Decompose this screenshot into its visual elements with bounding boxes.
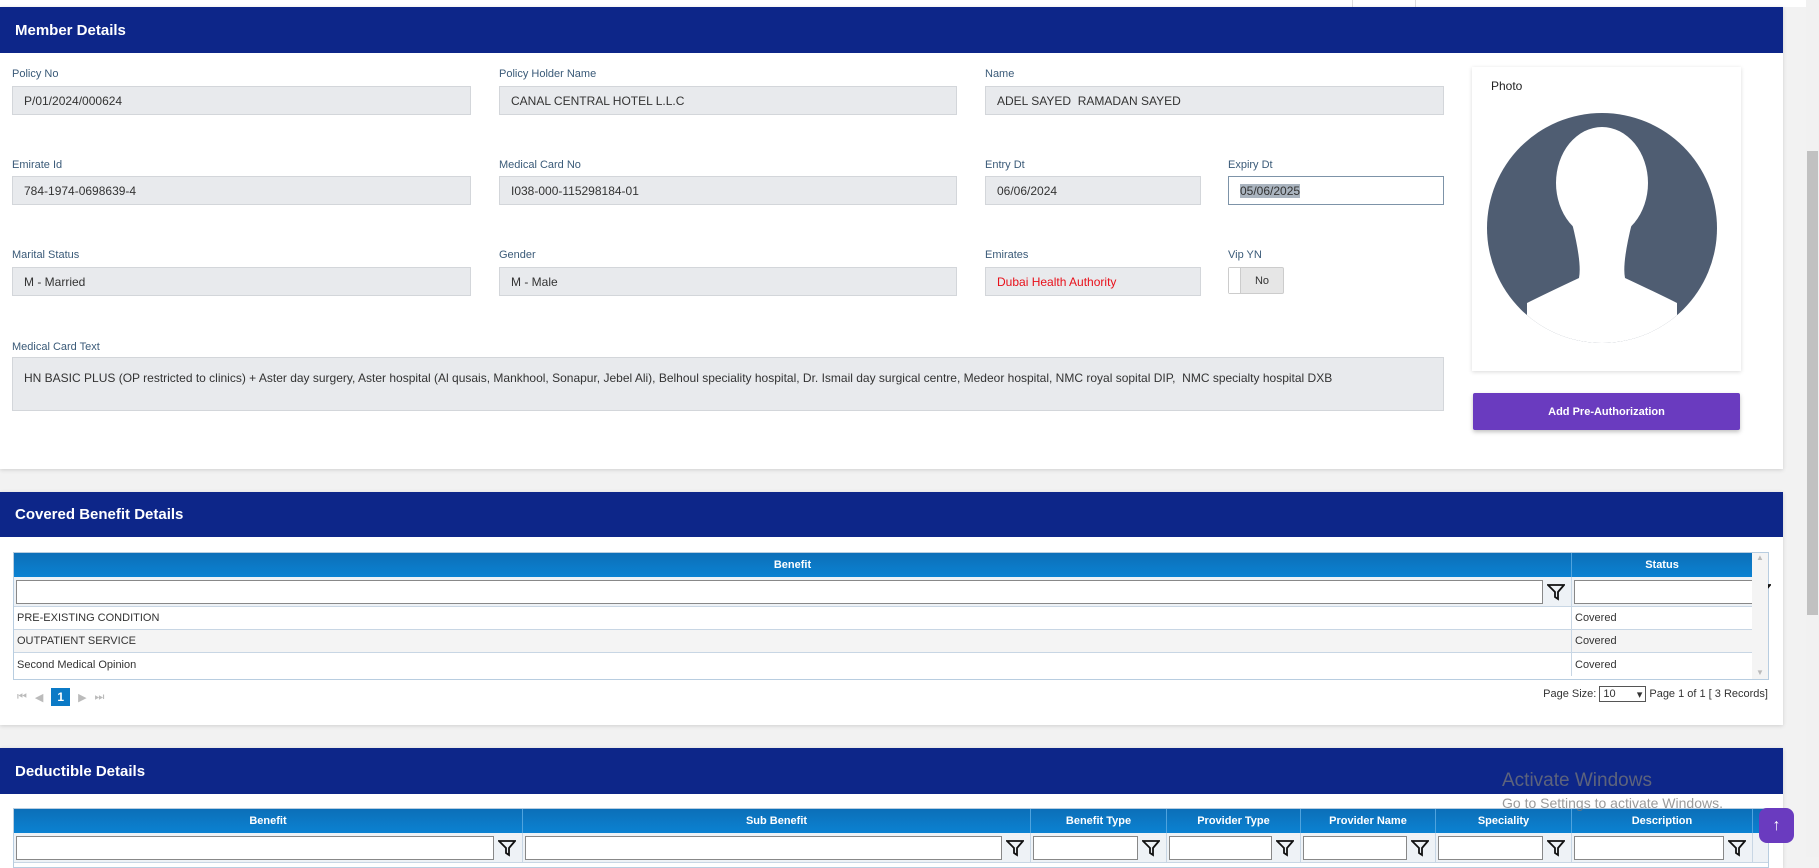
benefit-filter-input[interactable] — [16, 579, 1543, 604]
status-cell: Covered — [1572, 653, 1753, 676]
speciality-filter-input[interactable] — [1438, 835, 1543, 860]
divider — [1352, 0, 1353, 7]
top-strip — [0, 0, 1806, 7]
benefit-filter-input[interactable] — [16, 835, 494, 860]
pager: ⏮ ◀ 1 ▶ ⏭ — [17, 688, 104, 706]
benefit-type-filter-input[interactable] — [1033, 835, 1138, 860]
page-info: Page 1 of 1 [ 3 Records] — [1649, 688, 1768, 700]
vip-toggle[interactable]: No — [1228, 267, 1284, 294]
marital-status-field[interactable]: M - Married — [12, 267, 471, 296]
filter-icon[interactable] — [1407, 839, 1433, 857]
add-pre-authorization-button[interactable]: Add Pre-Authorization — [1473, 393, 1740, 430]
filter-icon[interactable] — [1543, 839, 1569, 857]
policy-no-label: Policy No — [12, 68, 59, 80]
sub-benefit-filter-input[interactable] — [525, 835, 1002, 860]
benefit-cell: OUTPATIENT SERVICE — [14, 630, 1572, 652]
page-number-button[interactable]: 1 — [51, 688, 71, 706]
prev-page-icon[interactable]: ◀ — [35, 691, 43, 704]
column-header-speciality[interactable]: Speciality — [1436, 809, 1572, 833]
vip-label: Vip YN — [1228, 249, 1262, 261]
description-filter-input[interactable] — [1574, 835, 1724, 860]
grid-header-row: Benefit Sub Benefit Benefit Type Provide… — [14, 809, 1768, 833]
activate-windows-title: Activate Windows — [1502, 770, 1652, 791]
benefit-cell: PRE-EXISTING CONDITION — [14, 607, 1572, 629]
column-header-benefit[interactable]: Benefit — [14, 553, 1572, 577]
toggle-knob — [1229, 268, 1241, 293]
name-label: Name — [985, 68, 1015, 80]
status-cell: Covered — [1572, 607, 1753, 629]
medical-card-no-field[interactable]: I038-000-115298184-01 — [499, 176, 957, 205]
column-header-description[interactable]: Description — [1572, 809, 1753, 833]
status-cell: Covered — [1572, 630, 1753, 652]
avatar-placeholder-icon — [1487, 113, 1717, 343]
filter-icon[interactable] — [494, 839, 520, 857]
provider-name-filter-input[interactable] — [1303, 835, 1407, 860]
page-scrollbar-thumb[interactable] — [1807, 151, 1818, 615]
emirate-id-field[interactable]: 784-1974-0698639-4 — [12, 176, 471, 205]
medical-card-text-label: Medical Card Text — [12, 341, 100, 353]
policy-holder-field[interactable]: CANAL CENTRAL HOTEL L.L.C — [499, 86, 957, 115]
page-size-select[interactable]: 10 ▾ — [1599, 686, 1647, 702]
divider — [1415, 0, 1416, 7]
vip-value: No — [1254, 274, 1270, 287]
medical-card-text-area[interactable]: HN BASIC PLUS (OP restricted to clinics)… — [12, 357, 1444, 411]
filter-row — [14, 577, 1771, 607]
member-details-header: Member Details — [0, 7, 1783, 53]
grid-header-row: Benefit Status — [14, 553, 1753, 577]
activate-windows-subtitle: Go to Settings to activate Windows. — [1502, 795, 1723, 811]
column-header-status[interactable]: Status — [1572, 553, 1753, 577]
emirates-field[interactable]: Dubai Health Authority — [985, 267, 1201, 296]
expiry-dt-field[interactable]: 05/06/2025 — [1228, 176, 1444, 205]
table-row[interactable]: Second Medical Opinion Covered — [14, 653, 1753, 676]
filter-icon[interactable] — [1002, 839, 1028, 857]
arrow-up-icon: ↑ — [1772, 816, 1781, 834]
covered-benefit-header: Covered Benefit Details — [0, 492, 1783, 537]
scroll-down-arrow-icon[interactable]: ▼ — [1752, 668, 1768, 677]
column-header-sub-benefit[interactable]: Sub Benefit — [523, 809, 1031, 833]
chevron-down-icon: ▾ — [1636, 688, 1643, 701]
photo-card: Photo — [1472, 67, 1741, 371]
filter-icon[interactable] — [1272, 839, 1298, 857]
deductible-grid: Benefit Sub Benefit Benefit Type Provide… — [13, 808, 1769, 868]
expiry-dt-label: Expiry Dt — [1228, 159, 1273, 171]
emirate-id-label: Emirate Id — [12, 159, 63, 171]
scroll-up-arrow-icon[interactable]: ▲ — [1752, 553, 1768, 562]
filter-icon[interactable] — [1543, 583, 1569, 601]
filter-row — [14, 833, 1768, 863]
filter-icon[interactable] — [1724, 839, 1750, 857]
scroll-to-top-button[interactable]: ↑ — [1759, 808, 1794, 843]
emirates-label: Emirates — [985, 249, 1029, 261]
entry-dt-label: Entry Dt — [985, 159, 1025, 171]
table-row[interactable]: OUTPATIENT SERVICE Covered — [14, 630, 1753, 653]
column-header-benefit[interactable]: Benefit — [14, 809, 523, 833]
column-header-benefit-type[interactable]: Benefit Type — [1031, 809, 1167, 833]
last-page-icon[interactable]: ⏭ — [95, 691, 105, 704]
policy-no-field[interactable]: P/01/2024/000624 — [12, 86, 471, 115]
name-field[interactable]: ADEL SAYED RAMADAN SAYED — [985, 86, 1444, 115]
marital-status-label: Marital Status — [12, 249, 80, 261]
photo-label: Photo — [1491, 79, 1523, 93]
expiry-dt-value: 05/06/2025 — [1240, 183, 1301, 198]
benefit-cell: Second Medical Opinion — [14, 653, 1572, 676]
grid-scrollbar[interactable]: ▲ ▼ — [1752, 553, 1768, 679]
entry-dt-field[interactable]: 06/06/2024 — [985, 176, 1201, 205]
medical-card-no-label: Medical Card No — [499, 159, 581, 171]
page-size-value: 10 — [1603, 688, 1616, 700]
filter-icon[interactable] — [1138, 839, 1164, 857]
table-row[interactable]: PRE-EXISTING CONDITION Covered — [14, 607, 1753, 630]
column-header-provider-type[interactable]: Provider Type — [1167, 809, 1301, 833]
page-size-label: Page Size: — [1543, 688, 1597, 700]
next-page-icon[interactable]: ▶ — [78, 691, 86, 704]
status-filter-input[interactable] — [1574, 579, 1753, 604]
gender-label: Gender — [499, 249, 536, 261]
provider-type-filter-input[interactable] — [1169, 835, 1272, 860]
covered-benefit-grid: Benefit Status PRE-EXISTING CONDITION Cov… — [13, 552, 1771, 680]
page-scrollbar[interactable] — [1806, 0, 1819, 857]
gender-field[interactable]: M - Male — [499, 267, 957, 296]
column-header-provider-name[interactable]: Provider Name — [1301, 809, 1436, 833]
first-page-icon[interactable]: ⏮ — [17, 691, 27, 704]
policy-holder-label: Policy Holder Name — [499, 68, 597, 80]
pager-info: Page Size: 10 ▾ Page 1 of 1 [ 3 Records] — [1543, 686, 1768, 702]
